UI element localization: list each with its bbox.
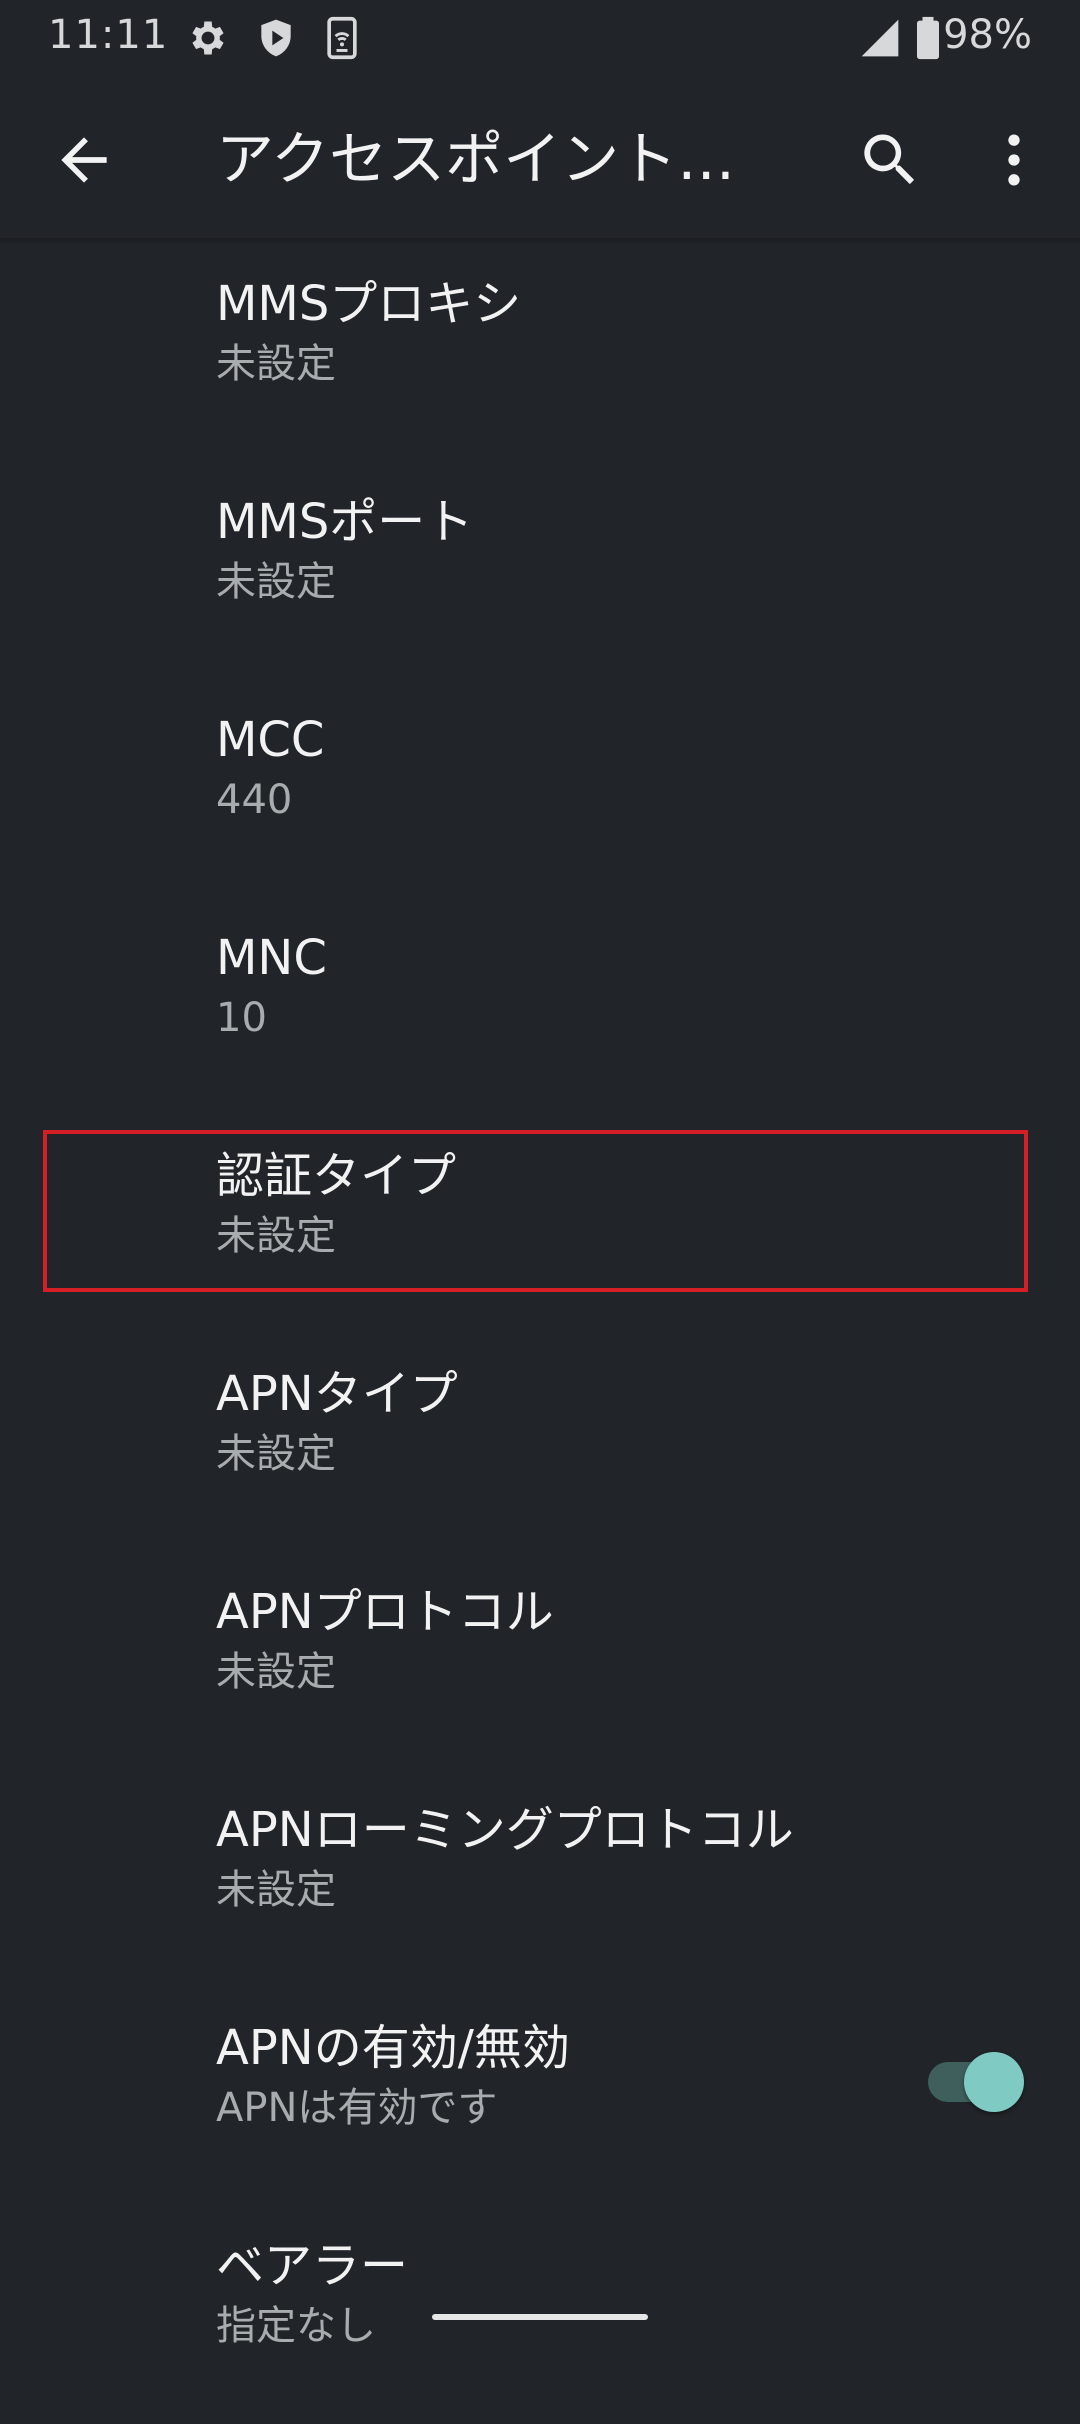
pref-title: ベアラー [216, 2238, 409, 2294]
toggle-thumb [964, 2052, 1024, 2112]
pref-apn-type[interactable]: APNタイプ 未設定 [0, 1334, 1080, 1552]
pref-title: APNの有効/無効 [216, 2020, 570, 2076]
pref-title: MNC [216, 930, 327, 986]
pref-apn-protocol[interactable]: APNプロトコル 未設定 [0, 1552, 1080, 1770]
status-time: 11:11 [48, 12, 169, 58]
pref-summary: 指定なし [216, 2303, 376, 2349]
more-vert-icon [980, 134, 1048, 198]
pref-mms-port[interactable]: MMSポート 未設定 [0, 462, 1080, 680]
pref-summary: 未設定 [216, 1431, 336, 1477]
search-button[interactable] [856, 126, 924, 194]
status-bar: 11:11 98% [0, 0, 1080, 76]
app-bar: アクセスポイント… [0, 76, 1080, 240]
pref-summary: 未設定 [216, 1867, 336, 1913]
pref-title: MCC [216, 712, 325, 768]
pref-title: APNタイプ [216, 1366, 458, 1422]
back-button[interactable] [50, 126, 118, 194]
pref-mnc[interactable]: MNC 10 [0, 898, 1080, 1116]
pref-summary: 未設定 [216, 1649, 336, 1695]
pref-title: 認証タイプ [216, 1148, 457, 1204]
gesture-nav-bar[interactable] [432, 2314, 648, 2320]
battery-percent: 98% [943, 12, 1032, 58]
pref-mcc[interactable]: MCC 440 [0, 680, 1080, 898]
pref-apn-roaming-protocol[interactable]: APNローミングプロトコル 未設定 [0, 1770, 1080, 1988]
pref-title: APNプロトコル [216, 1584, 554, 1640]
pref-summary: APNは有効です [216, 2085, 498, 2131]
cell-signal-icon [858, 16, 902, 60]
apn-enable-toggle[interactable] [924, 2052, 1024, 2112]
settings-gear-icon [186, 16, 230, 60]
more-options-button[interactable] [980, 126, 1048, 194]
pref-summary: 440 [216, 777, 293, 823]
shield-play-icon [254, 16, 298, 60]
pref-title: MMSプロキシ [216, 276, 522, 332]
phone-wifi-icon [320, 16, 364, 60]
pref-title: APNローミングプロトコル [216, 1802, 794, 1858]
search-icon [856, 134, 924, 198]
pref-summary: 未設定 [216, 341, 336, 387]
pref-summary: 未設定 [216, 559, 336, 605]
pref-title: MMSポート [216, 494, 474, 550]
pref-auth-type[interactable]: 認証タイプ 未設定 [0, 1116, 1080, 1334]
pref-apn-enable[interactable]: APNの有効/無効 APNは有効です [0, 1988, 1080, 2206]
pref-summary: 10 [216, 995, 267, 1041]
pref-mms-proxy[interactable]: MMSプロキシ 未設定 [0, 244, 1080, 462]
page-title: アクセスポイント… [216, 125, 736, 193]
pref-summary: 未設定 [216, 1213, 336, 1259]
arrow-back-icon [50, 137, 118, 198]
battery-icon [914, 16, 942, 60]
